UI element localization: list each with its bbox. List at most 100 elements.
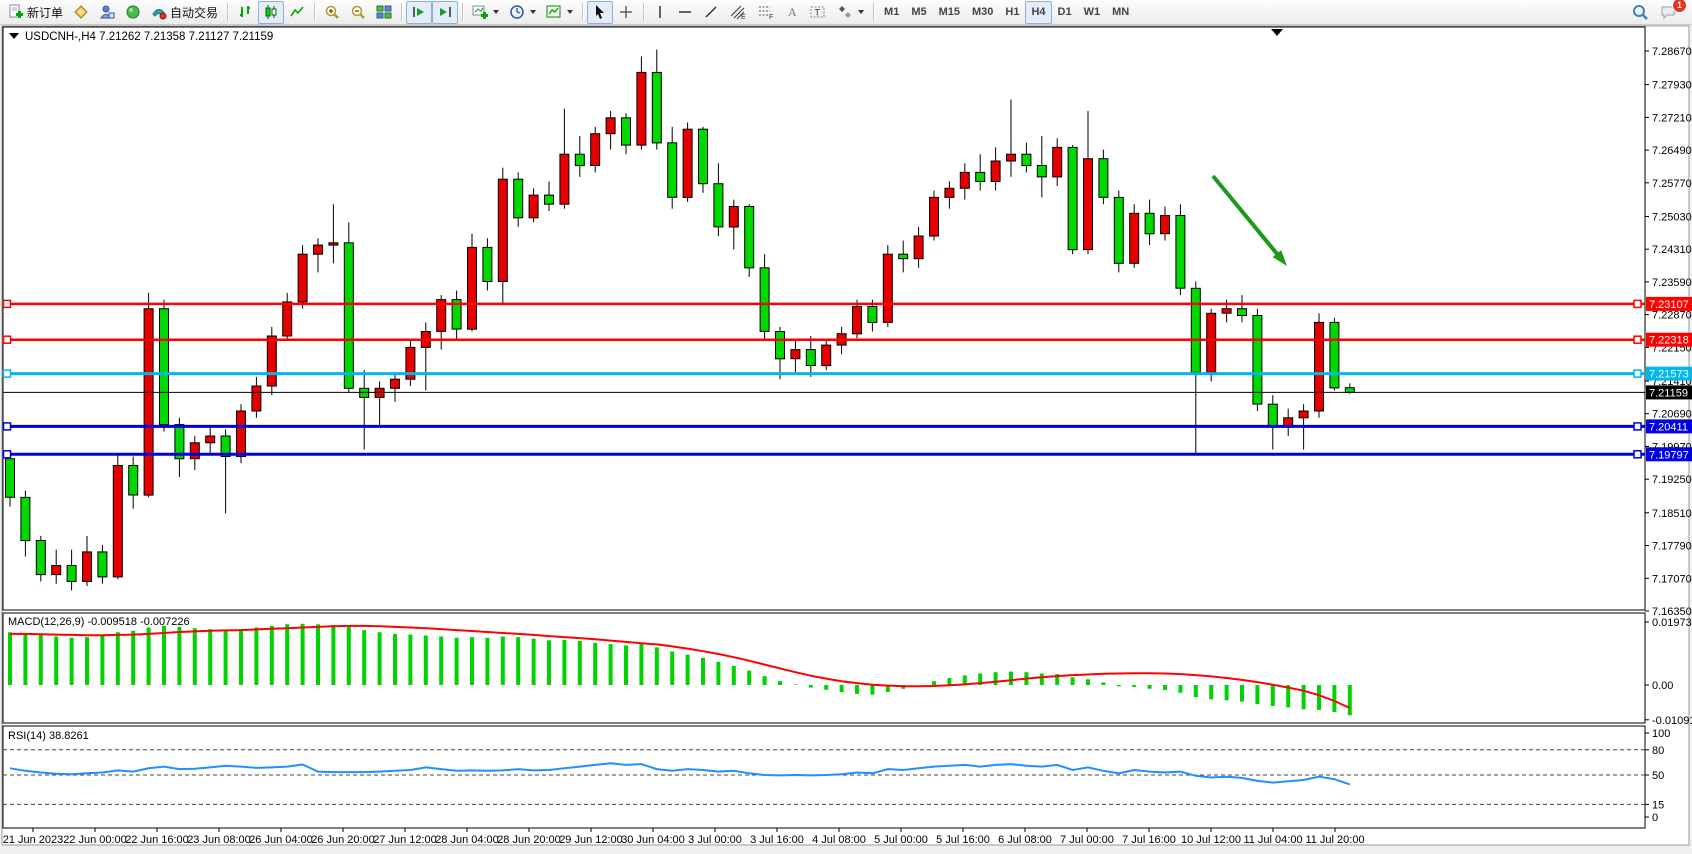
timeframe-d1-button[interactable]: D1	[1052, 1, 1078, 24]
toolbar-separator	[462, 3, 463, 21]
hline-handle[interactable]	[4, 300, 11, 307]
new-order-button[interactable]: 新订单	[3, 1, 68, 24]
chart-shift-icon	[437, 4, 453, 20]
timeframe-w1-button[interactable]: W1	[1078, 1, 1107, 24]
trendline-tool-button[interactable]	[698, 1, 724, 24]
vertical-line-icon	[653, 4, 667, 20]
news-button[interactable]	[120, 1, 146, 24]
cursor-button[interactable]	[587, 1, 613, 24]
equidistant-channel-icon: E	[729, 4, 747, 20]
chart-window[interactable]: 7.286707.279307.272107.264907.257707.250…	[0, 0, 1692, 849]
clock-icon	[509, 4, 525, 20]
template-icon	[546, 4, 562, 20]
hline-handle[interactable]	[1634, 423, 1641, 430]
candle-chart-button[interactable]	[258, 1, 284, 24]
channel-tool-button[interactable]: E	[724, 1, 752, 24]
period-button[interactable]	[504, 1, 541, 24]
timeframe-m5-button[interactable]: M5	[905, 1, 932, 24]
timeframe-m30-button[interactable]: M30	[966, 1, 999, 24]
time-axis-label: 28 Jun 04:00	[435, 834, 499, 846]
arrows-icon	[837, 4, 853, 20]
chevron-down-icon	[858, 10, 864, 14]
cursor-icon	[592, 4, 608, 20]
price-axis-tick: 7.17070	[1652, 573, 1692, 585]
rsi-panel[interactable]	[3, 726, 1645, 828]
text-tool-button[interactable]: A	[780, 1, 804, 24]
template-button[interactable]	[541, 1, 578, 24]
crosshair-icon	[618, 4, 634, 20]
timeframe-h4-button[interactable]: H4	[1025, 1, 1051, 24]
new-chart-button[interactable]	[467, 1, 504, 24]
chart-shift-button[interactable]	[432, 1, 458, 24]
profile-button[interactable]	[94, 1, 120, 24]
main-panel[interactable]	[3, 27, 1645, 610]
timeframe-m1-button[interactable]: M1	[878, 1, 905, 24]
tile-windows-button[interactable]	[371, 1, 397, 24]
autotrading-label: 自动交易	[170, 4, 218, 21]
timeframe-h1-button[interactable]: H1	[999, 1, 1025, 24]
notification-badge: 1	[1672, 0, 1687, 13]
line-chart-button[interactable]	[284, 1, 310, 24]
zoom-in-button[interactable]	[319, 1, 345, 24]
timeframe-group: M1 M5 M15 M30 H1 H4 D1 W1 MN	[878, 0, 1135, 25]
rsi-axis-tick: 80	[1652, 745, 1664, 757]
hline-handle[interactable]	[1634, 336, 1641, 343]
time-axis-label: 26 Jun 20:00	[311, 834, 375, 846]
svg-text:F: F	[769, 14, 773, 20]
macd-axis-tick: 0.00	[1652, 680, 1673, 692]
time-axis-label: 7 Jul 16:00	[1122, 834, 1176, 846]
timeframe-mn-button[interactable]: MN	[1106, 1, 1135, 24]
price-axis-tick: 7.27930	[1652, 80, 1692, 92]
bar-chart-button[interactable]	[232, 1, 258, 24]
label-tool-button[interactable]: T	[804, 1, 832, 24]
price-axis-tick: 7.26490	[1652, 145, 1692, 157]
chart-title: USDCNH-,H4 7.21262 7.21358 7.21127 7.211…	[25, 31, 273, 43]
macd-axis-tick: -0.010911	[1652, 715, 1692, 727]
chevron-down-icon	[567, 10, 573, 14]
svg-text:7.23107: 7.23107	[1649, 299, 1689, 311]
notifications-button[interactable]: 1	[1654, 1, 1682, 24]
macd-axis-tick: 0.01973	[1652, 617, 1692, 629]
deposit-button[interactable]	[68, 1, 94, 24]
hline-handle[interactable]	[1634, 451, 1641, 458]
time-axis-label: 26 Jun 04:00	[249, 834, 313, 846]
rsi-label: RSI(14) 38.8261	[8, 730, 89, 742]
autotrading-button[interactable]: 自动交易	[146, 1, 223, 24]
time-axis-label: 23 Jun 08:00	[187, 834, 251, 846]
hline-handle[interactable]	[4, 370, 11, 377]
toolbar-separator	[314, 3, 315, 21]
zoom-in-icon	[324, 4, 340, 20]
time-axis-label: 21 Jun 2023	[3, 834, 64, 846]
rsi-axis-tick: 15	[1652, 799, 1664, 811]
text-label-icon: T	[809, 4, 827, 20]
timeframe-m15-button[interactable]: M15	[933, 1, 966, 24]
time-axis-label: 11 Jul 04:00	[1243, 834, 1302, 846]
arrows-tool-button[interactable]	[832, 1, 869, 24]
rsi-axis-tick: 100	[1652, 728, 1670, 740]
toolbar-separator	[227, 3, 228, 21]
search-icon	[1631, 3, 1649, 21]
price-axis-tick: 7.28670	[1652, 46, 1692, 58]
search-button[interactable]	[1626, 1, 1654, 24]
time-axis-label: 3 Jul 00:00	[688, 834, 742, 846]
svg-text:E: E	[741, 14, 746, 20]
hline-handle[interactable]	[1634, 300, 1641, 307]
vertical-line-tool-button[interactable]	[648, 1, 672, 24]
crosshair-button[interactable]	[613, 1, 639, 24]
price-axis-tick: 7.20690	[1652, 409, 1692, 421]
hline-handle[interactable]	[1634, 370, 1641, 377]
hline-handle[interactable]	[4, 451, 11, 458]
auto-scroll-button[interactable]	[406, 1, 432, 24]
horizontal-line-icon	[677, 4, 693, 20]
hline-handle[interactable]	[4, 423, 11, 430]
horizontal-line-tool-button[interactable]	[672, 1, 698, 24]
fibonacci-tool-button[interactable]: F	[752, 1, 780, 24]
price-axis-tick: 7.25030	[1652, 212, 1692, 224]
price-axis-tick: 7.23590	[1652, 277, 1692, 289]
time-axis-label: 4 Jul 08:00	[812, 834, 866, 846]
zoom-out-button[interactable]	[345, 1, 371, 24]
time-axis-label: 6 Jul 08:00	[998, 834, 1052, 846]
new-chart-icon	[472, 4, 488, 20]
hline-handle[interactable]	[4, 336, 11, 343]
price-axis-tick: 7.24310	[1652, 244, 1692, 256]
